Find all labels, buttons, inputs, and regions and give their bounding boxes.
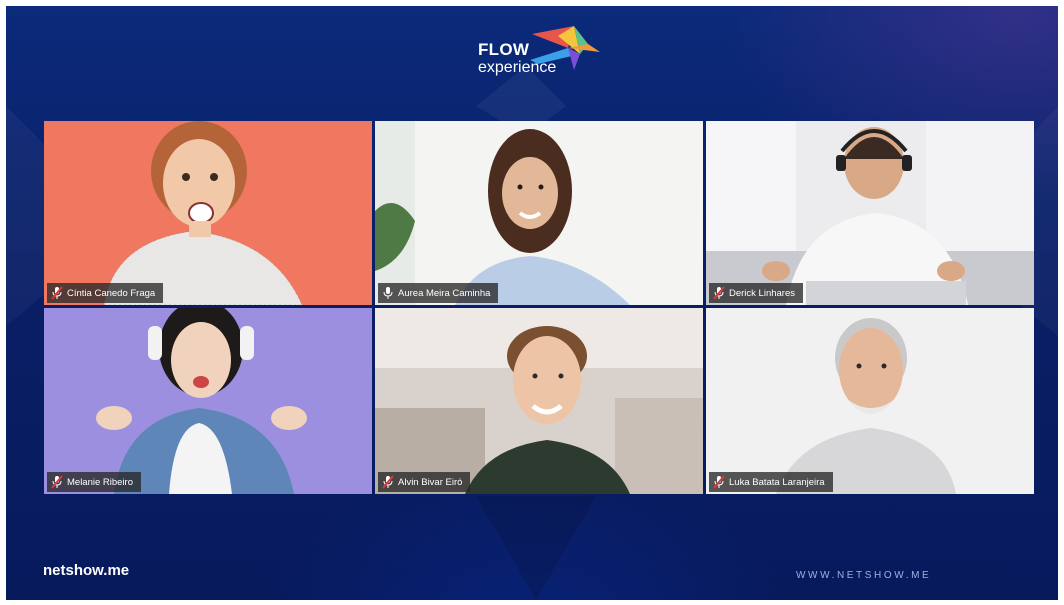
participant-name-tag: Luka Batata Laranjeira	[709, 472, 833, 492]
muted-mic-icon	[51, 475, 63, 489]
participant-name: Melanie Ribeiro	[67, 476, 134, 488]
participant-video	[375, 308, 703, 494]
netshow-brand: netshow.me	[43, 562, 130, 579]
logo-mark-icon	[530, 26, 600, 70]
participant-video	[706, 308, 1034, 494]
participant-name: Aurea Meira Caminha	[398, 287, 491, 299]
video-tile[interactable]: Aurea Meira Caminha	[375, 121, 703, 305]
participant-video	[375, 121, 703, 305]
mic-icon	[383, 287, 393, 299]
participant-video	[706, 121, 1034, 305]
video-tile[interactable]: Melanie Ribeiro	[44, 308, 372, 494]
participant-name-tag: Melanie Ribeiro	[47, 472, 142, 492]
video-tile[interactable]: Cíntia Canedo Fraga	[44, 121, 372, 305]
participant-name-tag: Derick Linhares	[709, 283, 803, 303]
flow-experience-logo: FLOW experience	[476, 26, 606, 86]
participant-name: Derick Linhares	[729, 287, 795, 299]
muted-mic-icon	[713, 286, 725, 300]
participant-video	[44, 121, 372, 305]
video-tile[interactable]: Derick Linhares	[706, 121, 1034, 305]
video-tile[interactable]: Alvin Bivar Eiró	[375, 308, 703, 494]
participant-name: Alvin Bivar Eiró	[398, 476, 463, 488]
participant-name-tag: Cíntia Canedo Fraga	[47, 283, 164, 303]
participant-name: Cíntia Canedo Fraga	[67, 287, 156, 299]
meeting-stage: FLOW experience Cíntia Canedo Fraga Aure…	[6, 6, 1058, 600]
video-tile[interactable]: Luka Batata Laranjeira	[706, 308, 1034, 494]
muted-mic-icon	[713, 475, 725, 489]
muted-mic-icon	[382, 475, 394, 489]
participant-name-tag: Aurea Meira Caminha	[378, 283, 499, 303]
netshow-url: WWW.NETSHOW.ME	[796, 570, 932, 581]
participant-video	[44, 308, 372, 494]
muted-mic-icon	[51, 286, 63, 300]
participant-name: Luka Batata Laranjeira	[729, 476, 825, 488]
participant-name-tag: Alvin Bivar Eiró	[378, 472, 471, 492]
logo-title: FLOW	[478, 40, 530, 59]
